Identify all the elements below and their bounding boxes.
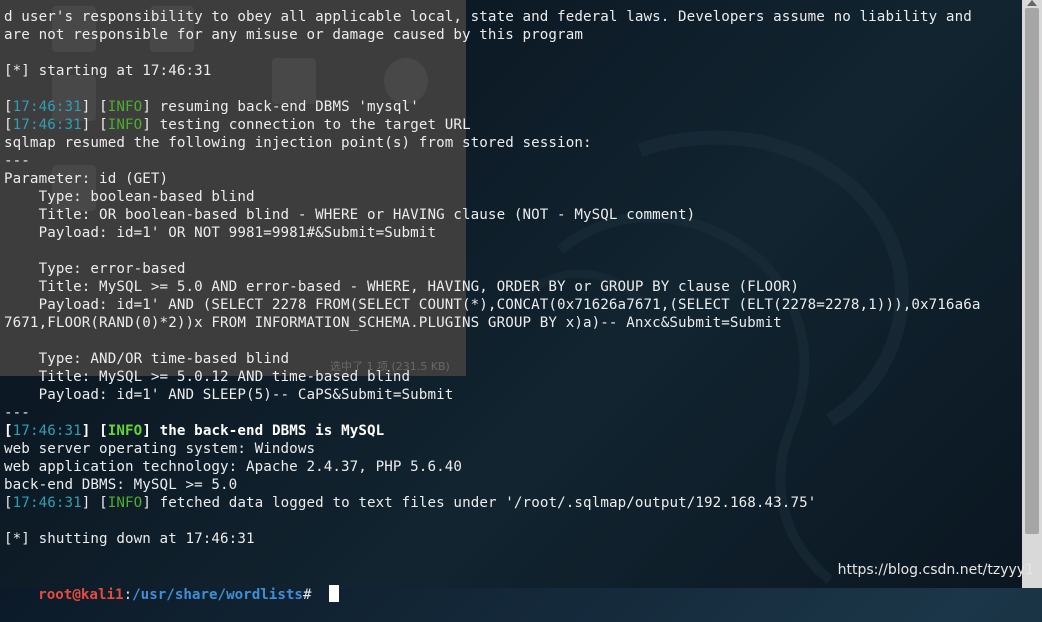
terminal-line: web application technology: Apache 2.4.3… [4,459,463,475]
log-level: INFO [107,495,143,511]
terminal-line: back-end DBMS: MySQL >= 5.0 [4,477,238,493]
terminal-line: d user's responsibility to obey all appl… [4,9,972,25]
log-level: INFO [107,423,143,439]
log-level: INFO [107,99,143,115]
terminal-line: Type: boolean-based blind [4,189,255,205]
prompt-symbol: # [302,587,321,603]
watermark-text: https://blog.csdn.net/tzyyy1 [837,562,1034,578]
log-timestamp: 17:46:31 [12,117,82,133]
terminal-line: Type: error-based [4,261,186,277]
terminal-line: [17:46:31] [INFO] the back-end DBMS is M… [4,423,385,439]
terminal-line: [*] shutting down at 17:46:31 [4,531,255,547]
prompt-user-host: root@kali1 [38,587,124,603]
log-message: fetched data logged to text files under … [159,495,817,511]
terminal-line: Type: AND/OR time-based blind [4,351,290,367]
terminal-line: web server operating system: Windows [4,441,316,457]
prompt-separator: : [123,587,133,603]
terminal-line: 7671,FLOOR(RAND(0)*2))x FROM INFORMATION… [4,315,782,331]
log-message: the back-end DBMS is MySQL [159,423,385,439]
terminal-line: Title: MySQL >= 5.0 AND error-based - WH… [4,279,800,295]
log-message: resuming back-end DBMS 'mysql' [159,99,419,115]
log-timestamp: 17:46:31 [12,99,82,115]
scroll-up-icon[interactable] [1027,0,1037,6]
log-timestamp: 17:46:31 [12,495,82,511]
log-timestamp: 17:46:31 [12,423,82,439]
terminal-line: --- [4,405,30,421]
log-message: testing connection to the target URL [159,117,471,133]
terminal-line: [17:46:31] [INFO] resuming back-end DBMS… [4,99,419,115]
terminal-line: Payload: id=1' AND SLEEP(5)-- CaPS&Submi… [4,387,454,403]
terminal-line: are not responsible for any misuse or da… [4,27,583,43]
terminal-line: --- [4,153,30,169]
prompt-path: /usr/share/wordlists [132,587,303,603]
scrollbar-thumb[interactable] [1025,8,1039,534]
terminal-line: Title: OR boolean-based blind - WHERE or… [4,207,696,223]
terminal-line: [17:46:31] [INFO] fetched data logged to… [4,495,817,511]
terminal-line: Payload: id=1' OR NOT 9981=9981#&Submit=… [4,225,437,241]
terminal-window[interactable]: d user's responsibility to obey all appl… [0,0,1022,603]
log-level: INFO [107,117,143,133]
terminal-line: [*] starting at 17:46:31 [4,63,212,79]
terminal-output: d user's responsibility to obey all appl… [4,8,981,548]
terminal-scrollbar[interactable] [1022,0,1042,588]
terminal-line: [17:46:31] [INFO] testing connection to … [4,117,471,133]
terminal-line: sqlmap resumed the following injection p… [4,135,592,151]
shell-prompt[interactable]: root@kali1:/usr/share/wordlists# [4,567,340,603]
terminal-line: Payload: id=1' AND (SELECT 2278 FROM(SEL… [4,297,981,313]
terminal-line: Title: MySQL >= 5.0.12 AND time-based bl… [4,369,411,385]
terminal-line: Parameter: id (GET) [4,171,169,187]
